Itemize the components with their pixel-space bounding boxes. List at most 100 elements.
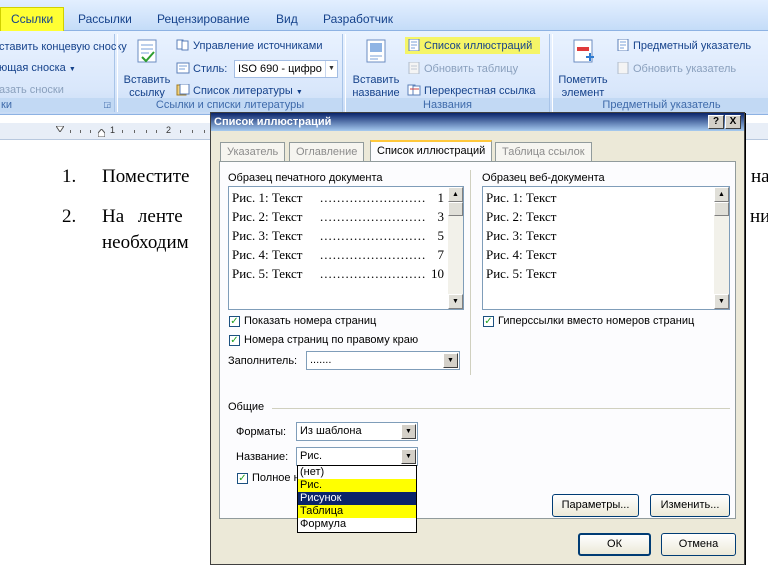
insert-citation-button[interactable]: Вставить ссылку	[121, 37, 173, 100]
dropdown-option[interactable]: Формула	[298, 518, 416, 531]
ruler-tick	[146, 130, 147, 133]
full-caption-checkbox[interactable]: ✓	[237, 473, 248, 484]
print-preview-label: Образец печатного документа	[228, 172, 383, 184]
tab-table-of-figures[interactable]: Список иллюстраций	[370, 140, 493, 162]
dropdown-option[interactable]: Рис.	[298, 479, 416, 492]
ribbon-tab-bar: Ссылки Рассылки Рецензирование Вид Разра…	[0, 0, 768, 31]
manage-sources-icon	[176, 39, 189, 51]
show-page-numbers-label: Показать номера страниц	[244, 315, 377, 327]
dropdown-option[interactable]: (нет)	[298, 466, 416, 479]
next-footnote-button[interactable]: ющая сноска ▼	[0, 62, 76, 74]
caption-select[interactable]: Рис. ▼	[296, 447, 418, 466]
tab-review[interactable]: Рецензирование	[157, 8, 250, 30]
update-index-button[interactable]: Обновить указатель	[616, 62, 736, 75]
citations-group-label: Ссылки и списки литературы	[118, 98, 342, 112]
ruler-tick	[134, 130, 135, 133]
chevron-down-icon: ▼	[68, 66, 76, 73]
right-align-checkbox[interactable]: ✓	[229, 335, 240, 346]
dialog-launcher-icon[interactable]: ◲	[103, 98, 111, 112]
scroll-thumb[interactable]	[448, 202, 463, 216]
show-page-numbers-checkbox[interactable]: ✓	[229, 316, 240, 327]
cross-reference-button[interactable]: Перекрестная ссылка	[407, 84, 536, 97]
leader-select[interactable]: ....... ▼	[306, 351, 460, 370]
list-item-number: 2.	[62, 206, 77, 227]
formats-label: Форматы:	[236, 426, 287, 438]
tab-view[interactable]: Вид	[276, 8, 298, 30]
help-button[interactable]: ?	[708, 115, 724, 129]
insert-caption-button[interactable]: Вставить название	[349, 37, 403, 100]
list-item-text: Поместите	[102, 166, 190, 187]
cross-reference-icon	[407, 84, 421, 96]
update-index-label: Обновить указатель	[633, 63, 737, 75]
ruler-tick	[180, 130, 181, 133]
ruler-tick	[122, 130, 123, 133]
web-preview-scrollbar[interactable]: ▲ ▼	[714, 187, 729, 309]
insert-endnote-button[interactable]: ставить концевую сноску	[0, 41, 127, 53]
dropdown-option[interactable]: Таблица	[298, 505, 416, 518]
insert-index-button[interactable]: Предметный указатель	[616, 39, 751, 52]
ruler-number: 2	[166, 125, 172, 135]
insert-index-icon	[617, 39, 629, 51]
index-group: Пометить элемент Предметный указатель Об…	[552, 34, 768, 112]
chevron-down-icon[interactable]: ▼	[443, 353, 458, 368]
hanging-indent-icon[interactable]	[97, 128, 106, 138]
modify-button[interactable]: Изменить...	[650, 494, 730, 517]
tab-index[interactable]: Указатель	[220, 142, 286, 162]
manage-sources-button[interactable]: Управление источниками	[176, 39, 322, 52]
chevron-down-icon[interactable]: ▼	[401, 449, 416, 464]
table-of-figures-button[interactable]: Список иллюстраций	[405, 37, 541, 54]
ribbon: ставить концевую сноску ющая сноска ▼ аз…	[0, 31, 768, 115]
style-combo-value: ISO 690 - цифро	[238, 63, 322, 75]
cross-reference-label: Перекрестная ссылка	[424, 85, 536, 97]
ruler-tick	[70, 130, 71, 133]
ruler-number: 1	[110, 125, 116, 135]
list-item-tail: на	[751, 166, 768, 187]
ok-button[interactable]: ОК	[578, 533, 651, 556]
update-table-button[interactable]: Обновить таблицу	[407, 62, 518, 75]
cancel-button[interactable]: Отмена	[661, 533, 736, 556]
chevron-down-icon[interactable]: ▼	[325, 61, 337, 77]
bibliography-button[interactable]: Список литературы ▼	[176, 84, 303, 97]
web-preview-line: Рис. 3: Текст	[486, 228, 557, 243]
style-label-text: Стиль:	[193, 63, 228, 75]
print-preview-box: Рис. 1: Текст...........................…	[228, 186, 464, 310]
caption-label: Название:	[236, 451, 289, 463]
scroll-up-icon[interactable]: ▲	[714, 187, 729, 202]
dropdown-option-selected[interactable]: Рисунок	[298, 492, 416, 505]
formats-select-value: Из шаблона	[300, 425, 362, 437]
chevron-down-icon[interactable]: ▼	[401, 424, 416, 439]
print-preview-scrollbar[interactable]: ▲ ▼	[448, 187, 463, 309]
list-item-continuation: необходим	[102, 232, 189, 253]
insert-citation-icon	[137, 39, 157, 63]
hyperlinks-checkbox[interactable]: ✓	[483, 316, 494, 327]
tab-toc[interactable]: Оглавление	[289, 142, 365, 162]
leader-select-value: .......	[310, 354, 332, 366]
show-notes-button[interactable]: азать сноски	[0, 84, 64, 96]
mark-entry-button[interactable]: Пометить элемент	[556, 37, 610, 100]
tab-developer[interactable]: Разработчик	[323, 8, 393, 30]
column-divider	[470, 170, 471, 375]
dialog-title-bar[interactable]: Список иллюстраций	[211, 113, 744, 131]
tab-mailings[interactable]: Рассылки	[78, 8, 132, 30]
scroll-thumb[interactable]	[714, 202, 729, 216]
style-combo[interactable]: ISO 690 - цифро ▼	[234, 60, 338, 78]
tab-table-of-authorities[interactable]: Таблица ссылок	[495, 142, 592, 162]
close-button[interactable]: X	[725, 115, 741, 129]
ruler-tick	[156, 130, 157, 133]
scroll-down-icon[interactable]: ▼	[448, 294, 463, 309]
formats-select[interactable]: Из шаблона ▼	[296, 422, 418, 441]
web-preview-line: Рис. 2: Текст	[486, 209, 557, 224]
caption-dropdown-list[interactable]: (нет) Рис. Рисунок Таблица Формула	[297, 465, 417, 533]
indent-marker-icon[interactable]	[55, 123, 65, 133]
options-button[interactable]: Параметры...	[552, 494, 639, 517]
web-preview-line: Рис. 4: Текст	[486, 247, 557, 262]
scroll-down-icon[interactable]: ▼	[714, 294, 729, 309]
print-preview-line: Рис. 1: Текст...........................…	[232, 190, 444, 205]
footnotes-group-label: ки ◲	[0, 98, 114, 112]
next-footnote-label: ющая сноска	[0, 62, 66, 74]
dialog-title: Список иллюстраций	[214, 116, 332, 128]
insert-caption-icon	[366, 39, 386, 63]
tab-references[interactable]: Ссылки	[0, 7, 65, 31]
scroll-up-icon[interactable]: ▲	[448, 187, 463, 202]
table-of-figures-icon	[408, 39, 420, 51]
